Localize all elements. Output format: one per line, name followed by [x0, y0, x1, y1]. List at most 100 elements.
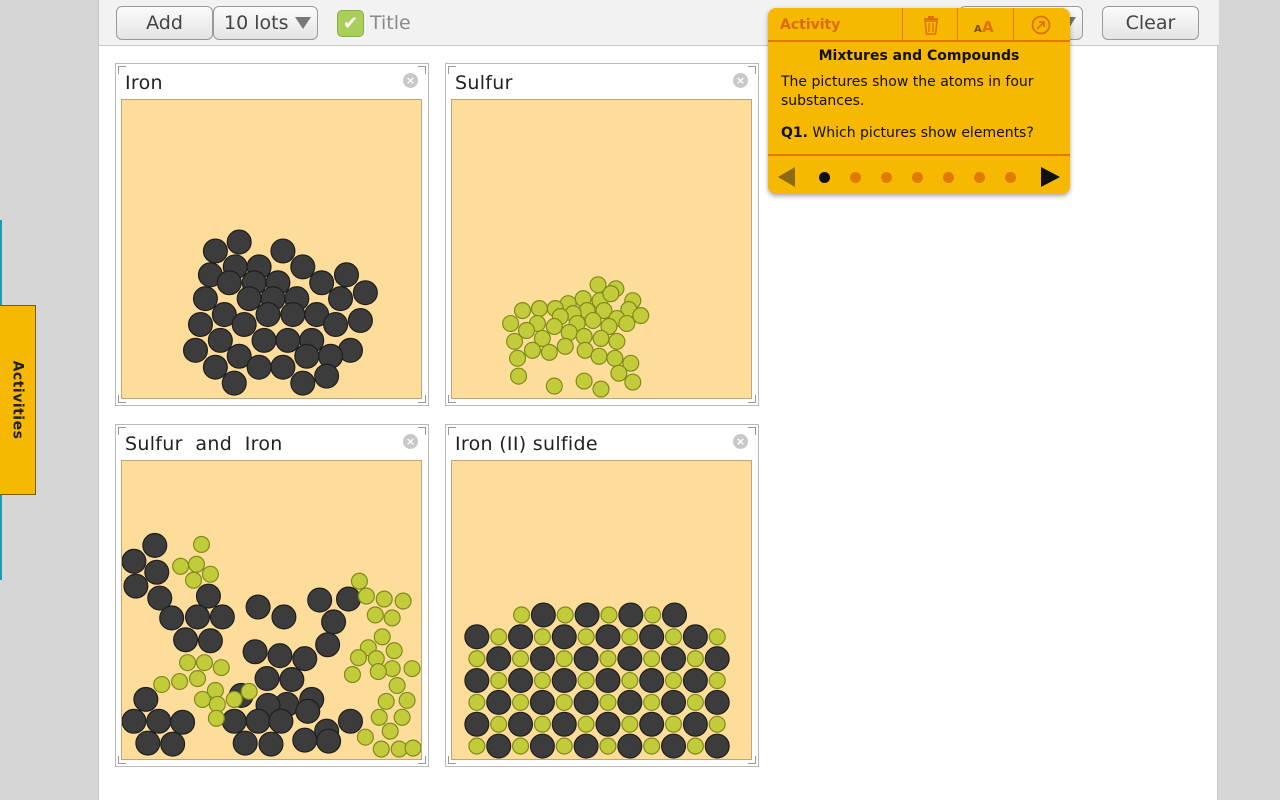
- clear-button[interactable]: Clear: [1102, 6, 1199, 40]
- trash-icon[interactable]: [918, 13, 944, 37]
- page-dot[interactable]: [912, 172, 923, 183]
- sulfur-atom: [193, 690, 212, 708]
- sulfur-atom: [555, 650, 573, 668]
- sulfur-atom: [664, 671, 683, 690]
- sulfur-atom: [373, 628, 391, 646]
- particle-area[interactable]: [121, 99, 422, 399]
- particle-area[interactable]: [121, 460, 422, 760]
- sulfur-atom: [530, 300, 548, 318]
- iron-atom: [309, 270, 335, 296]
- sulfur-atom: [602, 285, 620, 303]
- close-icon[interactable]: ×: [403, 434, 418, 449]
- divider: [1013, 8, 1014, 42]
- sulfur-atom: [375, 590, 393, 608]
- sulfur-atom: [509, 349, 527, 367]
- iron-atom: [279, 667, 305, 693]
- resize-handle-icon[interactable]: [418, 66, 426, 74]
- iron-atom: [123, 573, 149, 599]
- sulfur-atom: [621, 715, 639, 733]
- container-panel-sulfur[interactable]: Sulfur ×: [445, 63, 759, 406]
- sulfur-atom: [540, 343, 558, 361]
- sulfur-atom: [225, 690, 243, 708]
- panel-title[interactable]: Iron (II) sulfide: [455, 433, 598, 455]
- iron-atom: [335, 586, 361, 612]
- text-size-icon[interactable]: AA: [972, 13, 998, 37]
- close-icon[interactable]: ×: [733, 73, 748, 88]
- resize-handle-icon[interactable]: [748, 66, 756, 74]
- page-dot[interactable]: [1005, 172, 1016, 183]
- title-checkbox[interactable]: ✔: [337, 10, 364, 37]
- checkmark-icon: ✔: [342, 13, 359, 34]
- iron-atom: [254, 666, 280, 692]
- particle-area[interactable]: [451, 99, 752, 399]
- sulfur-atom: [610, 364, 628, 382]
- iron-atom: [314, 363, 340, 389]
- move-icon[interactable]: [1028, 13, 1054, 37]
- sulfur-atom: [600, 606, 618, 624]
- sulfur-atom: [533, 628, 551, 646]
- sulfur-atom: [545, 377, 563, 395]
- iron-atom: [617, 689, 643, 715]
- iron-atom: [251, 327, 277, 353]
- sulfur-atom: [606, 349, 624, 367]
- sulfur-atom: [708, 715, 726, 733]
- next-arrow-icon[interactable]: [1041, 167, 1060, 187]
- iron-atom: [292, 646, 318, 672]
- sulfur-atom: [686, 693, 704, 711]
- iron-atom: [704, 733, 730, 759]
- sulfur-atom: [369, 663, 387, 681]
- panel-title[interactable]: Sulfur: [455, 72, 513, 94]
- iron-atom: [231, 311, 257, 338]
- question-number: Q1.: [781, 125, 808, 141]
- sulfur-atom: [644, 606, 662, 624]
- iron-atom: [146, 708, 172, 734]
- particle-area[interactable]: [451, 460, 752, 760]
- sulfur-atom: [366, 606, 384, 624]
- close-icon[interactable]: ×: [733, 434, 748, 449]
- iron-atom: [242, 639, 268, 665]
- previous-arrow-icon[interactable]: [778, 167, 795, 187]
- page-dot[interactable]: [819, 172, 830, 183]
- page-dot[interactable]: [881, 172, 892, 183]
- sulfur-atom: [608, 332, 626, 350]
- sulfur-atom: [577, 715, 595, 733]
- iron-atom: [682, 624, 708, 650]
- iron-atom: [226, 229, 252, 255]
- iron-atom: [617, 646, 643, 672]
- sulfur-atom: [393, 708, 411, 726]
- iron-atom: [661, 733, 687, 759]
- sulfur-atom: [490, 628, 508, 646]
- container-panel-compound[interactable]: Iron (II) sulfide ×: [445, 424, 759, 767]
- iron-atom: [661, 602, 688, 628]
- iron-atom: [333, 262, 360, 288]
- page-dot[interactable]: [974, 172, 985, 183]
- sulfur-atom: [533, 671, 551, 690]
- iron-atom: [142, 532, 168, 558]
- iron-atom: [704, 689, 730, 715]
- add-button[interactable]: Add: [116, 6, 213, 40]
- container-panel-mixture[interactable]: Sulfur and Iron ×: [115, 424, 429, 767]
- iron-atom: [182, 337, 209, 363]
- iron-atom: [207, 327, 233, 353]
- iron-atom: [508, 624, 534, 650]
- resize-handle-icon[interactable]: [748, 427, 756, 435]
- sulfur-atom: [556, 337, 574, 355]
- iron-atom: [135, 730, 161, 756]
- resize-handle-icon[interactable]: [418, 427, 426, 435]
- close-icon[interactable]: ×: [403, 73, 418, 88]
- sulfur-atom: [621, 628, 639, 646]
- page-dot[interactable]: [850, 172, 861, 183]
- panel-title[interactable]: Sulfur and Iron: [125, 433, 283, 455]
- activities-tab[interactable]: Activities: [0, 305, 36, 495]
- iron-atom: [236, 286, 262, 312]
- page-dot[interactable]: [943, 172, 954, 183]
- iron-atom: [270, 238, 296, 264]
- lots-dropdown[interactable]: 10 lots: [213, 6, 318, 40]
- iron-atom: [122, 548, 147, 574]
- iron-atom: [704, 646, 730, 672]
- panel-title[interactable]: Iron: [125, 72, 163, 94]
- container-panel-iron[interactable]: Iron ×: [115, 63, 429, 406]
- sulfur-atom: [664, 628, 683, 646]
- activity-navigation: [768, 154, 1070, 194]
- sulfur-atom: [523, 341, 542, 359]
